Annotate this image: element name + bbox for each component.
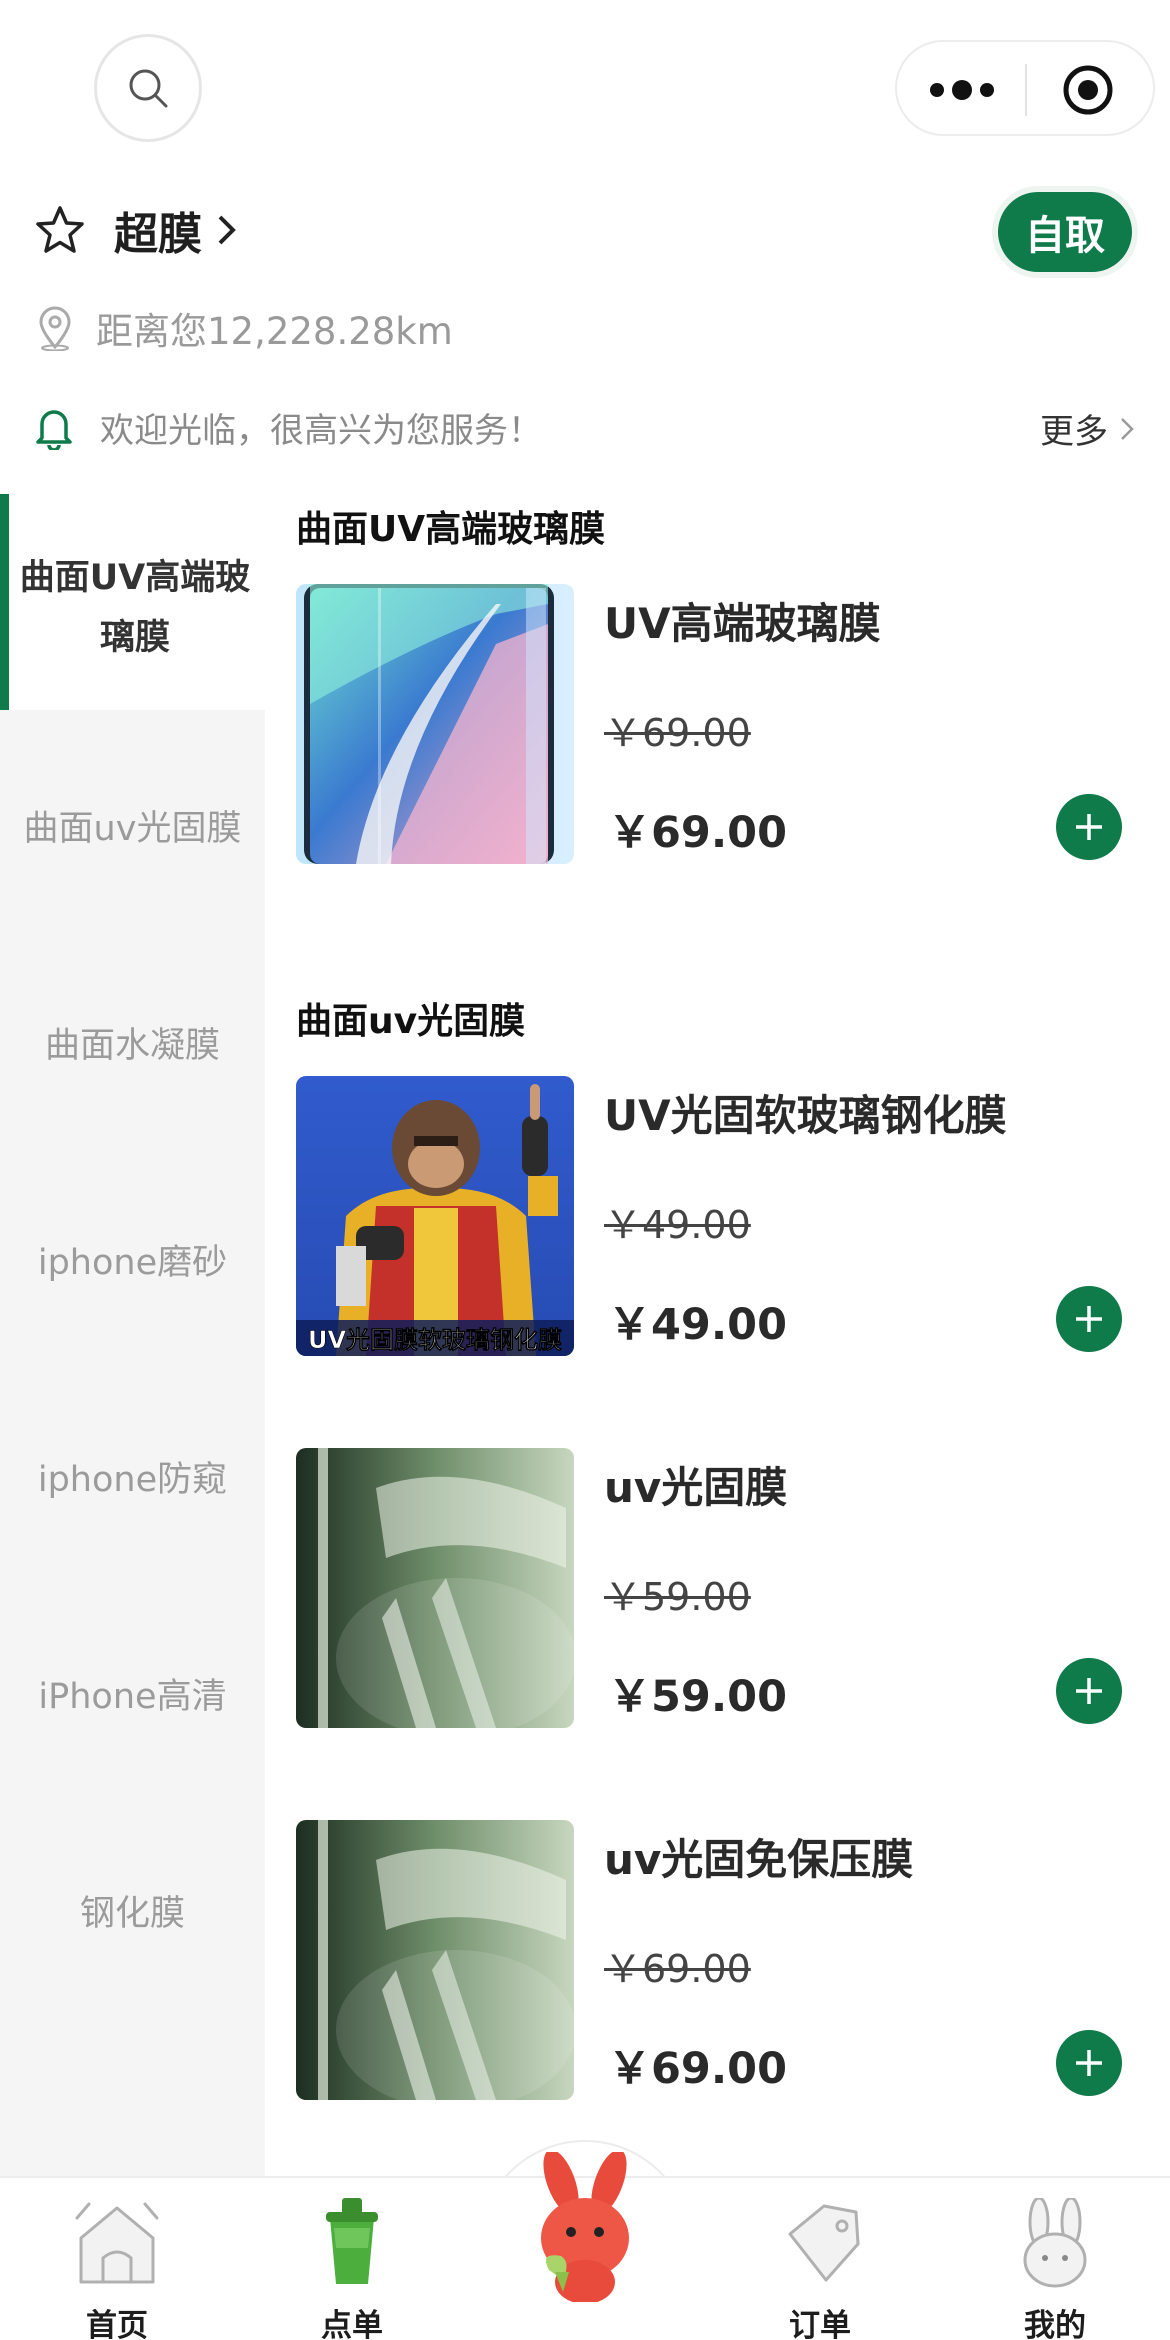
tab-label: 点单 [321, 2308, 383, 2340]
product-name[interactable]: UV光固软玻璃钢化膜 [604, 1082, 1007, 1143]
bell-icon [36, 410, 72, 450]
price: ￥49.00 [608, 1300, 788, 1350]
tab-order[interactable]: 点单 [272, 2198, 432, 2340]
more-label: 更多 [1040, 412, 1108, 452]
sidebar-item-iphone-matte[interactable]: iphone磨砂 [0, 1234, 265, 1285]
original-price: ￥69.00 [604, 711, 751, 755]
distance-row: 距离您12,228.28km [36, 298, 453, 358]
pickup-button[interactable]: 自取 [998, 192, 1132, 272]
rabbit-icon [1023, 2196, 1087, 2288]
add-to-cart-button[interactable] [1056, 2030, 1122, 2096]
plus-icon [1076, 814, 1102, 840]
section-title: 曲面UV高端玻璃膜 [296, 509, 606, 550]
star-icon[interactable] [34, 204, 86, 256]
plus-icon [1076, 2050, 1102, 2076]
category-sidebar [0, 494, 265, 2194]
add-to-cart-button[interactable] [1056, 1658, 1122, 1724]
tag-icon [788, 2204, 860, 2282]
more-dots-icon[interactable] [927, 72, 997, 108]
tab-mine[interactable]: 我的 [975, 2196, 1135, 2340]
tab-label: 我的 [1024, 2308, 1086, 2340]
sidebar-item-label-active[interactable]: 曲面UV高端玻璃膜 [10, 548, 260, 668]
plus-icon [1076, 1678, 1102, 1704]
bottom-tabbar: 首页 点单 订单 我的 [0, 2149, 1170, 2340]
product-name[interactable]: uv光固膜 [604, 1454, 787, 1515]
product-name[interactable]: uv光固免保压膜 [604, 1826, 913, 1887]
sidebar-item-hydrogel[interactable]: 曲面水凝膜 [0, 1017, 265, 1068]
home-icon [75, 2202, 159, 2284]
price: ￥59.00 [608, 1672, 788, 1722]
product-image[interactable] [296, 1820, 574, 2100]
capsule-divider [1025, 64, 1027, 116]
sidebar-active-indicator [0, 494, 9, 710]
store-name[interactable]: 超膜 [114, 198, 202, 262]
tab-center-mascot[interactable] [505, 2149, 665, 2306]
product-image[interactable] [296, 1448, 574, 1728]
section-title: 曲面uv光固膜 [296, 1001, 526, 1042]
tab-orders[interactable]: 订单 [740, 2198, 900, 2340]
product-name[interactable]: UV高端玻璃膜 [604, 590, 881, 651]
sidebar-item-iphone-hd[interactable]: iPhone高清 [0, 1668, 265, 1719]
product-card[interactable]: uv光固免保压膜 ￥69.00 ￥69.00 [296, 1820, 1136, 2100]
price: ￥69.00 [608, 2044, 788, 2094]
sidebar-item-tempered[interactable]: 钢化膜 [0, 1885, 265, 1936]
store-header[interactable]: 超膜 [34, 198, 238, 262]
plus-icon [1076, 1306, 1102, 1332]
original-price: ￥59.00 [604, 1575, 751, 1619]
product-image-caption: UV光固膜软玻璃钢化膜 [308, 1326, 562, 1354]
more-link[interactable]: 更多 [1040, 404, 1134, 453]
add-to-cart-button[interactable] [1056, 1286, 1122, 1352]
mascot-icon [541, 2149, 629, 2304]
sidebar-item-iphone-privacy[interactable]: iphone防窥 [0, 1451, 265, 1502]
location-pin-icon [39, 306, 71, 351]
notice-text: 欢迎光临，很高兴为您服务！ [100, 410, 542, 451]
product-card[interactable]: UV光固膜软玻璃钢化膜 UV光固软玻璃钢化膜 ￥49.00 ￥49.00 [296, 1076, 1136, 1356]
cup-icon [326, 2198, 378, 2284]
tab-home[interactable]: 首页 [37, 2198, 197, 2340]
distance-text: 距离您12,228.28km [96, 310, 453, 353]
close-target-icon[interactable] [1062, 64, 1114, 116]
search-icon [129, 69, 168, 108]
add-to-cart-button[interactable] [1056, 794, 1122, 860]
notice-bar: 欢迎光临，很高兴为您服务！ 更多 [34, 396, 1134, 458]
original-price: ￥69.00 [604, 1947, 751, 1991]
price: ￥69.00 [608, 808, 788, 858]
sidebar-item-uv-cured[interactable]: 曲面uv光固膜 [0, 800, 265, 851]
tab-label: 首页 [86, 2308, 148, 2340]
chevron-right-icon [1121, 417, 1134, 440]
miniprogram-capsule [895, 40, 1155, 136]
search-button[interactable] [94, 34, 202, 142]
original-price: ￥49.00 [604, 1203, 751, 1247]
product-image[interactable]: UV光固膜软玻璃钢化膜 [296, 1076, 574, 1356]
product-card[interactable]: UV高端玻璃膜 ￥69.00 ￥69.00 [296, 584, 1136, 864]
product-card[interactable]: uv光固膜 ￥59.00 ￥59.00 [296, 1448, 1136, 1728]
chevron-right-icon [218, 215, 236, 245]
product-image[interactable] [296, 584, 574, 864]
tab-label: 订单 [789, 2308, 851, 2340]
